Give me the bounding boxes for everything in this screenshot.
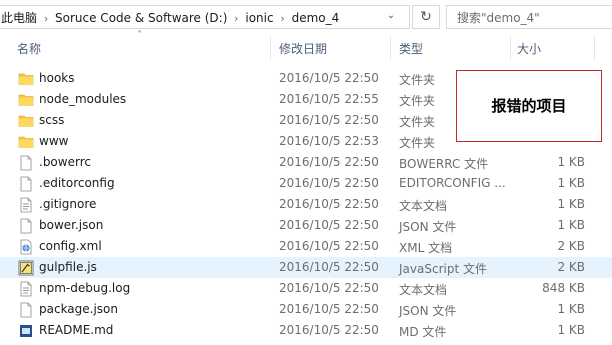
list-item[interactable]: config.xml 2016/10/5 22:50 XML 文档 2 KB	[0, 236, 612, 257]
breadcrumb: 此电脑 › Soruce Code & Software (D:) › ionic › de…	[1, 9, 339, 26]
refresh-icon: ↻	[420, 9, 432, 25]
file-type: 文件夹	[399, 94, 436, 108]
file-type: BOWERRC 文件	[399, 157, 489, 171]
file-icon	[18, 302, 34, 318]
file-modified-date: 2016/10/5 22:53	[279, 134, 379, 148]
file-modified-date: 2016/10/5 22:50	[279, 113, 379, 127]
breadcrumb-separator-icon[interactable]: ›	[41, 12, 51, 25]
file-name: .gitignore	[39, 197, 97, 211]
file-modified-date: 2016/10/5 22:50	[279, 239, 379, 253]
list-item[interactable]: package.json 2016/10/5 22:50 JSON 文件 1 KB	[0, 299, 612, 320]
file-name: package.json	[39, 302, 119, 316]
breadcrumb-separator-icon[interactable]: ›	[231, 12, 241, 25]
file-name: README.md	[39, 323, 114, 337]
file-modified-date: 2016/10/5 22:50	[279, 218, 379, 232]
file-name: config.xml	[39, 239, 102, 253]
file-icon	[18, 155, 34, 171]
file-name: node_modules	[39, 92, 127, 106]
refresh-button[interactable]: ↻	[412, 5, 440, 29]
file-modified-date: 2016/10/5 22:50	[279, 302, 379, 316]
file-size: 1 KB	[557, 323, 585, 337]
search-placeholder: 搜索"demo_4"	[457, 11, 540, 25]
file-modified-date: 2016/10/5 22:50	[279, 197, 379, 211]
file-type: XML 文档	[399, 241, 453, 255]
file-name: scss	[39, 113, 65, 127]
md-file-icon	[18, 323, 34, 339]
column-header-name[interactable]: 名称	[17, 40, 41, 57]
file-name: bower.json	[39, 218, 104, 232]
text-file-icon	[18, 197, 34, 213]
breadcrumb-ionic[interactable]: ionic	[245, 11, 273, 25]
file-type: JavaScript 文件	[399, 262, 487, 276]
file-size: 2 KB	[557, 260, 585, 274]
file-type: 文本文档	[399, 283, 448, 297]
file-explorer-window: 此电脑 › Soruce Code & Software (D:) › ionic › de…	[0, 0, 612, 345]
folder-icon	[18, 71, 34, 87]
file-type: 文件夹	[399, 115, 436, 129]
file-modified-date: 2016/10/5 22:50	[279, 71, 379, 85]
file-size: 1 KB	[557, 176, 585, 190]
breadcrumb-drive-d[interactable]: Soruce Code & Software (D:)	[55, 11, 227, 25]
file-type: 文件夹	[399, 73, 436, 87]
folder-icon	[18, 92, 34, 108]
file-size: 1 KB	[557, 302, 585, 316]
file-size: 1 KB	[557, 218, 585, 232]
breadcrumb-this-pc[interactable]: 此电脑	[1, 9, 37, 26]
js-file-icon	[18, 260, 34, 276]
breadcrumb-demo-4[interactable]: demo_4	[292, 11, 340, 25]
folder-icon	[18, 134, 34, 150]
search-input[interactable]: 搜索"demo_4"	[446, 5, 612, 29]
file-name: www	[39, 134, 69, 148]
text-file-icon	[18, 281, 34, 297]
file-modified-date: 2016/10/5 22:50	[279, 281, 379, 295]
annotation-text: 报错的项目	[491, 97, 567, 115]
file-name: npm-debug.log	[39, 281, 131, 295]
column-divider[interactable]	[594, 36, 595, 60]
file-modified-date: 2016/10/5 22:50	[279, 323, 379, 337]
column-header-type[interactable]: 类型	[399, 40, 423, 57]
file-size: 2 KB	[557, 239, 585, 253]
annotation-box: 报错的项目	[456, 70, 602, 142]
list-item[interactable]: README.md 2016/10/5 22:50 MD 文件 1 KB	[0, 320, 612, 341]
file-name: gulpfile.js	[39, 260, 97, 274]
file-name: hooks	[39, 71, 75, 85]
navigation-bar: 此电脑 › Soruce Code & Software (D:) › ionic › de…	[0, 0, 612, 34]
column-divider[interactable]	[510, 36, 511, 60]
list-item[interactable]: .bowerrc 2016/10/5 22:50 BOWERRC 文件 1 KB	[0, 152, 612, 173]
file-type: 文本文档	[399, 199, 448, 213]
breadcrumb-separator-icon[interactable]: ›	[278, 12, 288, 25]
file-icon	[18, 218, 34, 234]
folder-icon	[18, 113, 34, 129]
list-item[interactable]: gulpfile.js 2016/10/5 22:50 JavaScript 文件 2…	[0, 257, 612, 278]
list-item[interactable]: .gitignore 2016/10/5 22:50 文本文档 1 KB	[0, 194, 612, 215]
column-divider[interactable]	[390, 36, 391, 60]
list-item[interactable]: npm-debug.log 2016/10/5 22:50 文本文档 848 KB	[0, 278, 612, 299]
file-type: EDITORCONFIG ...	[399, 176, 506, 190]
list-item[interactable]: .editorconfig 2016/10/5 22:50 EDITORCONFIG…	[0, 173, 612, 194]
file-name: .editorconfig	[39, 176, 115, 190]
list-item[interactable]: bower.json 2016/10/5 22:50 JSON 文件 1 KB	[0, 215, 612, 236]
column-header-date[interactable]: 修改日期	[279, 40, 327, 57]
file-type: 文件夹	[399, 136, 436, 150]
file-type: JSON 文件	[399, 220, 457, 234]
xml-file-icon	[18, 239, 34, 255]
column-divider[interactable]	[270, 36, 271, 60]
chevron-down-icon[interactable]: ⌄	[381, 10, 401, 26]
file-size: 1 KB	[557, 155, 585, 169]
file-modified-date: 2016/10/5 22:55	[279, 92, 379, 106]
column-header-size[interactable]: 大小	[517, 40, 541, 57]
file-type: JSON 文件	[399, 304, 457, 318]
file-modified-date: 2016/10/5 22:50	[279, 176, 379, 190]
file-name: .bowerrc	[39, 155, 91, 169]
sort-ascending-icon: ˄	[137, 30, 142, 41]
file-size: 1 KB	[557, 197, 585, 211]
address-bar[interactable]: 此电脑 › Soruce Code & Software (D:) › ionic › de…	[0, 5, 410, 29]
file-size: 848 KB	[542, 281, 585, 295]
column-header-row: 名称 修改日期 类型 大小	[0, 36, 612, 60]
file-modified-date: 2016/10/5 22:50	[279, 260, 379, 274]
file-type: MD 文件	[399, 325, 447, 339]
file-modified-date: 2016/10/5 22:50	[279, 155, 379, 169]
file-icon	[18, 176, 34, 192]
